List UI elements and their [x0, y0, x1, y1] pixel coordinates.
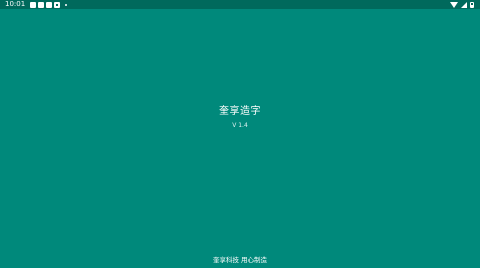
cell-signal-icon [461, 1, 467, 8]
footer-slogan: 奎享科技 用心制造 [212, 256, 268, 264]
status-left: 10:01 [0, 0, 68, 9]
status-bar: 10:01 [0, 0, 480, 9]
status-time: 10:01 [5, 0, 26, 8]
notification-icon [46, 1, 53, 8]
splash-screen: 10:01 奎享造字 V 1.4 奎享科技 用心制造 [0, 0, 480, 268]
wifi-icon [450, 1, 458, 8]
dot-icon [65, 3, 68, 6]
notification-icon [54, 1, 61, 8]
status-right [450, 0, 474, 9]
notification-icon [38, 1, 45, 8]
battery-icon [470, 1, 474, 8]
app-version: V 1.4 [232, 122, 248, 129]
notification-icon [30, 1, 37, 8]
app-title: 奎享造字 [219, 106, 261, 117]
